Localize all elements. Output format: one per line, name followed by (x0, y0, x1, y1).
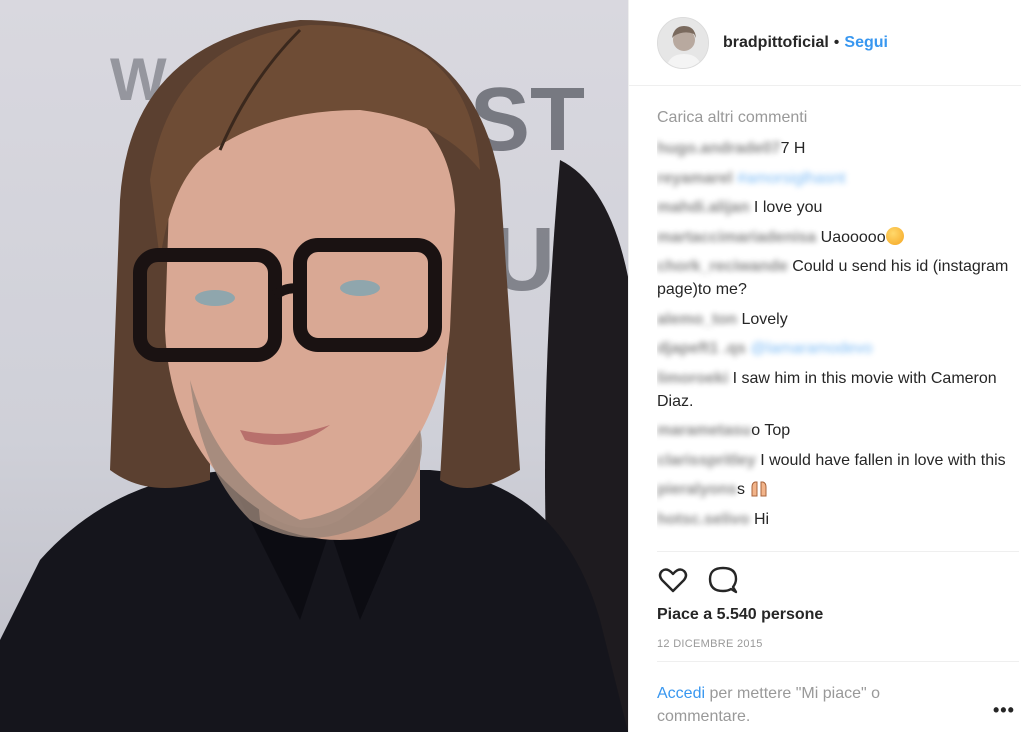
comment-text: s (737, 481, 746, 498)
likes-count[interactable]: Piace a 5.540 persone (657, 606, 823, 624)
comment-username[interactable]: alemo_ton (657, 311, 737, 328)
more-options-button[interactable]: ••• (993, 700, 1015, 721)
avatar-photo-icon (658, 17, 708, 68)
post-side-panel: bradpittoficial • Segui Carica altri com… (628, 0, 1024, 732)
divider (657, 551, 1019, 552)
comment-item: hugo.andrade077 H (657, 137, 1019, 160)
post-photo[interactable]: ST UN W (0, 0, 628, 732)
comment-item: hotsc.selivo Hi (657, 508, 1019, 531)
comment-username[interactable]: hugo.andrade07 (657, 140, 781, 157)
portrait-photo: ST UN W (0, 20, 628, 732)
comment-username[interactable]: clarisspritley (657, 452, 756, 469)
login-prompt: Accedi per mettere "Mi piace" o commenta… (657, 682, 957, 728)
post-username[interactable]: bradpittoficial (723, 34, 829, 52)
comment-username[interactable]: martaccimariadenisa (657, 229, 816, 246)
post-actions (657, 564, 739, 596)
comment-text: o Top (751, 422, 791, 439)
post-date[interactable]: 12 DICEMBRE 2015 (657, 638, 763, 650)
comment-item: pieralyonss (657, 478, 1019, 501)
comment-item: chork_reciwande Could u send his id (ins… (657, 255, 1019, 301)
comment-username[interactable]: limoroeki (657, 370, 728, 387)
comment-item: marametasuo Top (657, 419, 1019, 442)
comment-username[interactable]: pieralyons (657, 481, 737, 498)
divider (657, 661, 1019, 662)
comment-item: reyamarel #amorsiglhasnt (657, 167, 1019, 190)
comment-text: Hi (753, 510, 770, 528)
login-link[interactable]: Accedi (657, 685, 705, 702)
comments-list[interactable]: Carica altri commenti hugo.andrade077 H … (657, 100, 1019, 552)
comment-text: I love you (753, 199, 823, 216)
comment-username[interactable]: hotsc.selivo (657, 511, 749, 528)
load-more-comments-link[interactable]: Carica altri commenti (657, 106, 1019, 129)
comment-item: clarisspritley I would have fallen in lo… (657, 449, 1019, 472)
comment-bubble-icon[interactable] (707, 564, 739, 596)
comment-item: martaccimariadenisa Uaooooo (657, 226, 1019, 249)
comment-text: I would have fallen in love with this (760, 451, 1006, 469)
raised-hands-emoji-icon (751, 481, 767, 497)
heart-icon[interactable] (657, 564, 689, 596)
comment-text: 7 H (780, 140, 806, 157)
comment-item: djapeft1 .qs @lamaramodevo (657, 337, 1019, 360)
comment-hashtag[interactable]: #amorsiglhasnt (737, 170, 846, 187)
separator-dot: • (833, 33, 840, 51)
comment-username[interactable]: reyamarel (657, 170, 733, 187)
comment-username[interactable]: marametasu (657, 422, 751, 439)
comment-text: Lovely (741, 310, 788, 328)
follow-button[interactable]: Segui (844, 34, 888, 52)
comment-item: mahdi.alijan I love you (657, 196, 1019, 219)
comment-item: limoroeki I saw him in this movie with C… (657, 367, 1019, 413)
comment-username[interactable]: chork_reciwande (657, 258, 788, 275)
comment-item: alemo_ton Lovely (657, 308, 1019, 331)
post-header: bradpittoficial • Segui (629, 0, 1021, 86)
comment-mention[interactable]: @lamaramodevo (750, 340, 872, 357)
comment-text: Uaooooo (820, 228, 886, 246)
comment-username[interactable]: djapeft1 .qs (657, 340, 746, 357)
avatar[interactable] (657, 16, 709, 69)
smiling-face-emoji-icon (885, 226, 904, 245)
comment-username[interactable]: mahdi.alijan (657, 199, 749, 216)
